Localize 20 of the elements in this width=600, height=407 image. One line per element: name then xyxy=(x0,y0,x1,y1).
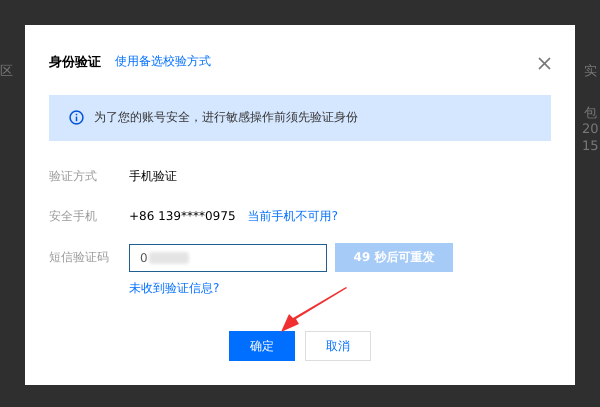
info-icon xyxy=(69,110,84,126)
background-text: 实 xyxy=(584,63,597,80)
dialog-title: 身份验证 xyxy=(49,54,101,71)
sms-code-input[interactable]: 0 xyxy=(129,244,327,272)
background-text: 20 xyxy=(582,122,599,137)
background-text: 包 xyxy=(584,105,597,122)
phone-number: +86 139****0975 xyxy=(129,209,236,223)
no-code-received-link[interactable]: 未收到验证信息? xyxy=(129,280,551,297)
close-icon[interactable] xyxy=(538,57,551,70)
field-label: 短信验证码 xyxy=(49,249,110,266)
field-label: 验证方式 xyxy=(49,168,98,184)
confirm-button[interactable]: 确定 xyxy=(229,331,295,361)
background-text: 区 xyxy=(0,63,13,80)
field-value: 手机验证 xyxy=(129,168,177,184)
alert-text: 为了您的账号安全，进行敏感操作前须先验证身份 xyxy=(94,109,358,126)
field-label: 安全手机 xyxy=(49,208,98,224)
cancel-button[interactable]: 取消 xyxy=(305,331,371,361)
background-text: 15 xyxy=(582,139,599,154)
phone-unavailable-link[interactable]: 当前手机不可用? xyxy=(248,208,338,224)
alternate-method-link[interactable]: 使用备选校验方式 xyxy=(115,53,211,70)
